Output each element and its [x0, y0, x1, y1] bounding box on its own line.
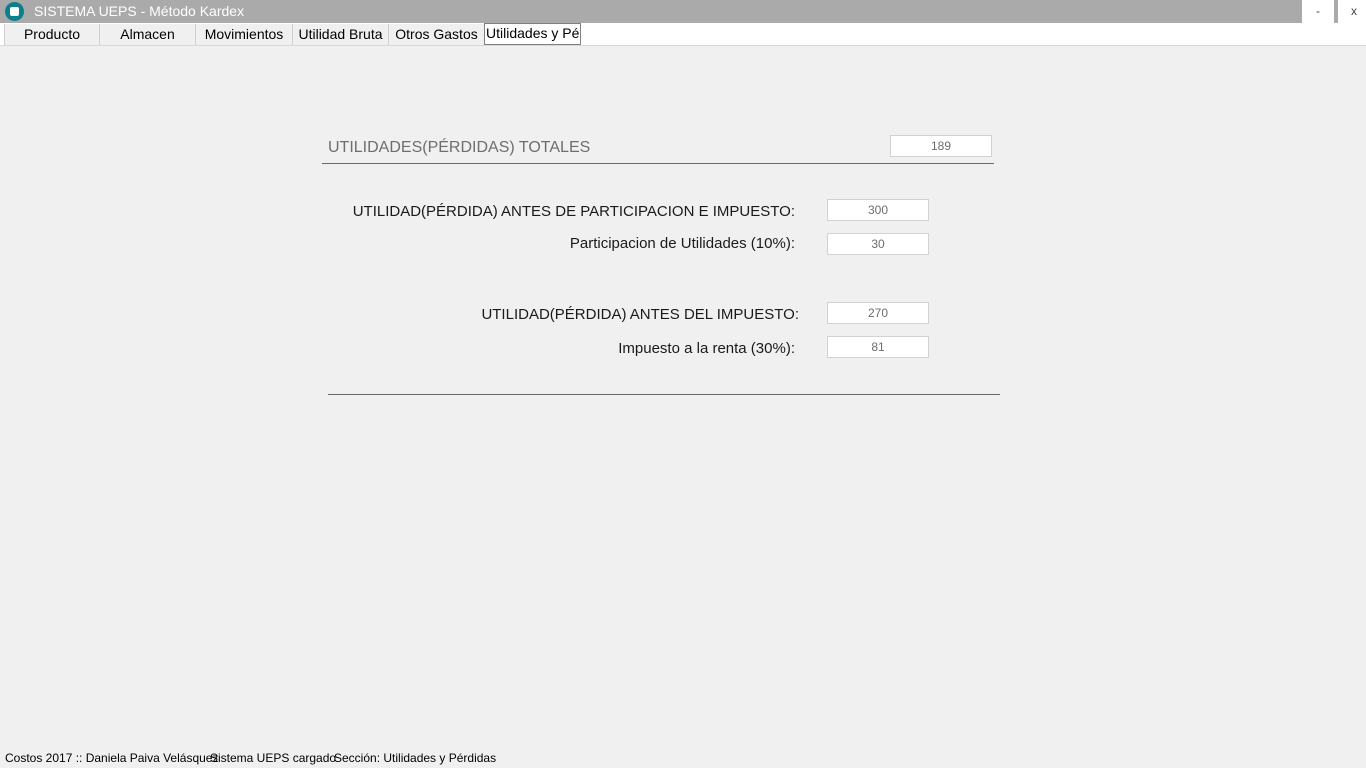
window-title: SISTEMA UEPS - Método Kardex — [34, 3, 245, 19]
status-system: Sistema UEPS cargado — [210, 751, 337, 765]
tax-field[interactable]: 81 — [827, 336, 929, 358]
status-bar: Costos 2017 :: Daniela Paiva Velásquez S… — [0, 748, 1366, 768]
total-divider — [322, 163, 994, 164]
app-icon — [5, 2, 24, 21]
tab-movimientos[interactable]: Movimientos — [195, 24, 293, 45]
tab-bar: Producto Almacen Movimientos Utilidad Br… — [0, 23, 1366, 46]
before-participation-label: UTILIDAD(PÉRDIDA) ANTES DE PARTICIPACION… — [352, 203, 795, 220]
total-field[interactable]: 189 — [890, 135, 992, 157]
participation-field[interactable]: 30 — [827, 233, 929, 255]
tab-utilidades-y-perdidas[interactable]: Utilidades y Pér — [484, 23, 581, 45]
tab-producto[interactable]: Producto — [4, 24, 100, 45]
before-tax-label: UTILIDAD(PÉRDIDA) ANTES DEL IMPUESTO: — [481, 306, 799, 323]
status-section: Sección: Utilidades y Pérdidas — [334, 751, 497, 765]
minimize-button[interactable]: - — [1302, 0, 1334, 23]
status-user: Costos 2017 :: Daniela Paiva Velásquez — [5, 751, 219, 765]
title-bar: SISTEMA UEPS - Método Kardex - x — [0, 0, 1366, 23]
tab-almacen[interactable]: Almacen — [99, 24, 196, 45]
total-label: UTILIDADES(PÉRDIDAS) TOTALES — [328, 139, 591, 156]
bottom-divider — [328, 394, 1000, 395]
close-button[interactable]: x — [1338, 0, 1366, 23]
before-participation-field[interactable]: 300 — [827, 199, 929, 221]
main-panel: UTILIDADES(PÉRDIDAS) TOTALES 189 UTILIDA… — [5, 46, 1366, 746]
before-tax-field[interactable]: 270 — [827, 302, 929, 324]
participation-label: Participacion de Utilidades (10%): — [569, 235, 795, 252]
tab-otros-gastos[interactable]: Otros Gastos — [388, 24, 485, 45]
tab-utilidad-bruta[interactable]: Utilidad Bruta — [292, 24, 389, 45]
tax-label: Impuesto a la renta (30%): — [618, 340, 795, 357]
